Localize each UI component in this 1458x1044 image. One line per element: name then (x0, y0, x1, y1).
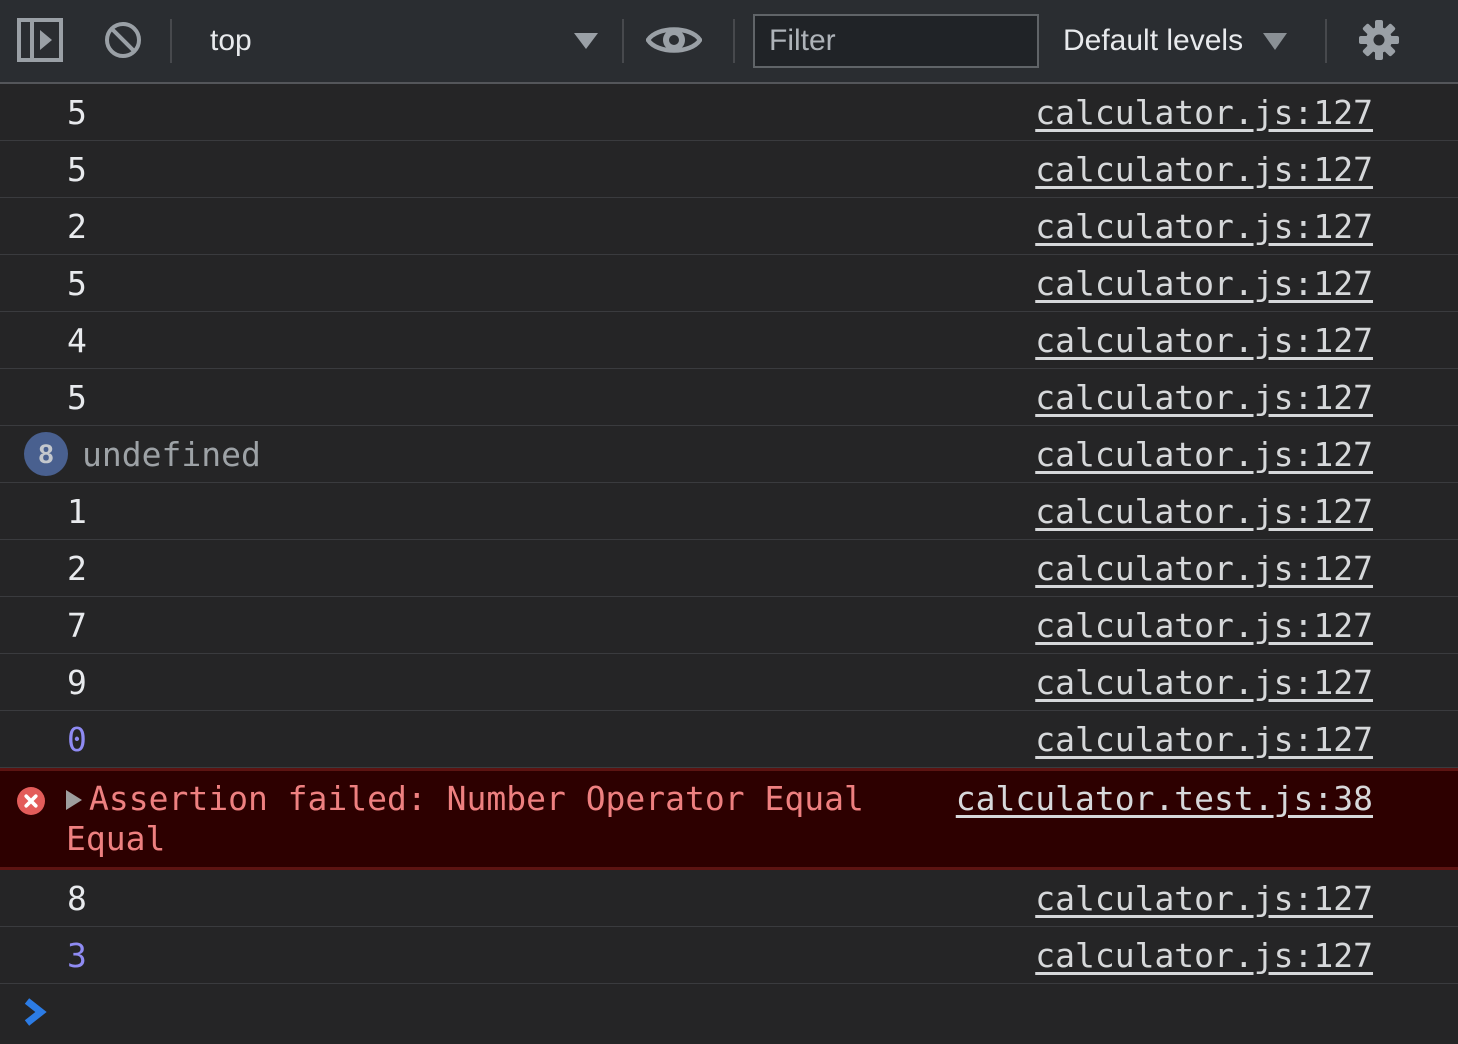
source-location-link[interactable]: calculator.js:127 (1035, 264, 1373, 303)
gear-icon (1357, 18, 1401, 65)
toolbar-divider (170, 19, 172, 63)
console-log-row: 8 calculator.js:127 (0, 870, 1458, 927)
console-log-row: 4 calculator.js:127 (0, 312, 1458, 369)
frame-context-selector[interactable]: top (210, 24, 598, 58)
source-location-link[interactable]: calculator.js:127 (1035, 720, 1373, 759)
source-location-link[interactable]: calculator.test.js:38 (956, 779, 1373, 819)
source-location-link[interactable]: calculator.js:127 (1035, 93, 1373, 132)
console-log-row: 3 calculator.js:127 (0, 927, 1458, 984)
console-log-row: 5 calculator.js:127 (0, 141, 1458, 198)
toolbar-divider (622, 19, 624, 63)
log-levels-dropdown[interactable]: Default levels (1063, 24, 1287, 58)
clear-console-button[interactable] (103, 20, 143, 63)
prompt-chevron-icon (22, 997, 48, 1032)
console-error-row: Assertion failed: Number Operator Equal … (0, 768, 1458, 870)
source-location-link[interactable]: calculator.js:127 (1035, 435, 1373, 474)
log-value: 1 (67, 492, 1035, 531)
expand-triangle-icon[interactable] (66, 790, 82, 810)
eye-icon (646, 22, 702, 61)
error-icon (16, 785, 46, 824)
toolbar-divider (1325, 19, 1327, 63)
log-value: 9 (67, 663, 1035, 702)
log-value: 5 (67, 150, 1035, 189)
devtools-console-toolbar: top Default levels (0, 0, 1458, 84)
source-location-link[interactable]: calculator.js:127 (1035, 321, 1373, 360)
repeat-count-badge: 8 (24, 432, 68, 476)
source-location-link[interactable]: calculator.js:127 (1035, 936, 1373, 975)
log-value: 2 (67, 207, 1035, 246)
console-filter-input[interactable] (753, 14, 1039, 68)
console-log-row: 5 calculator.js:127 (0, 84, 1458, 141)
log-value: 5 (67, 93, 1035, 132)
console-log-row: 8 undefined calculator.js:127 (0, 426, 1458, 483)
log-value: 3 (67, 936, 1035, 975)
console-messages-area: 5 calculator.js:127 5 calculator.js:127 … (0, 84, 1458, 984)
console-sidebar-icon (17, 18, 63, 65)
log-value: 5 (67, 378, 1035, 417)
source-location-link[interactable]: calculator.js:127 (1035, 378, 1373, 417)
source-location-link[interactable]: calculator.js:127 (1035, 207, 1373, 246)
log-value: 4 (67, 321, 1035, 360)
console-log-row: 0 calculator.js:127 (0, 711, 1458, 768)
console-log-row: 5 calculator.js:127 (0, 255, 1458, 312)
console-log-row: 1 calculator.js:127 (0, 483, 1458, 540)
source-location-link[interactable]: calculator.js:127 (1035, 150, 1373, 189)
log-value: undefined (82, 435, 1035, 474)
log-levels-label: Default levels (1063, 24, 1243, 58)
error-message-body: Assertion failed: Number Operator Equal … (66, 779, 926, 859)
console-log-row: 7 calculator.js:127 (0, 597, 1458, 654)
log-value: 5 (67, 264, 1035, 303)
frame-context-label: top (210, 24, 252, 58)
clear-console-icon (103, 20, 143, 63)
console-settings-button[interactable] (1357, 18, 1401, 65)
source-location-link[interactable]: calculator.js:127 (1035, 549, 1373, 588)
log-value: 8 (67, 879, 1035, 918)
show-console-sidebar-button[interactable] (17, 18, 63, 65)
log-value: 0 (67, 720, 1035, 759)
console-log-row: 2 calculator.js:127 (0, 198, 1458, 255)
console-log-row: 2 calculator.js:127 (0, 540, 1458, 597)
source-location-link[interactable]: calculator.js:127 (1035, 663, 1373, 702)
chevron-down-icon (1263, 33, 1287, 50)
error-message: Assertion failed: Number Operator Equal … (66, 779, 864, 858)
source-location-link[interactable]: calculator.js:127 (1035, 492, 1373, 531)
source-location-link[interactable]: calculator.js:127 (1035, 879, 1373, 918)
toolbar-divider (733, 19, 735, 63)
create-live-expression-button[interactable] (646, 22, 702, 61)
chevron-down-icon (574, 33, 598, 49)
console-prompt[interactable] (0, 984, 1458, 1044)
source-location-link[interactable]: calculator.js:127 (1035, 606, 1373, 645)
console-log-row: 5 calculator.js:127 (0, 369, 1458, 426)
console-log-row: 9 calculator.js:127 (0, 654, 1458, 711)
log-value: 2 (67, 549, 1035, 588)
log-value: 7 (67, 606, 1035, 645)
